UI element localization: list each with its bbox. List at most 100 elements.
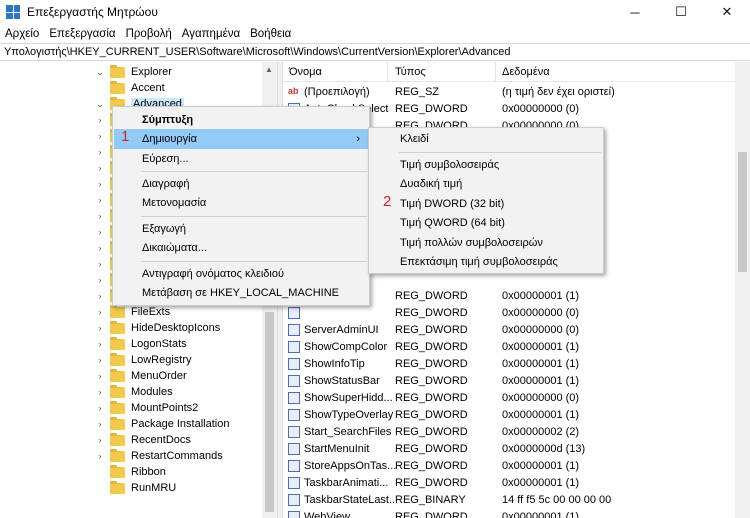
menu-edit[interactable]: Επεξεργασία: [44, 28, 120, 40]
tree-item[interactable]: › RecentDocs: [94, 432, 191, 448]
expand-chevron-icon[interactable]: ›: [94, 195, 106, 205]
submenu-dword-value[interactable]: Τιμή DWORD (32 bit): [370, 194, 602, 214]
expand-chevron-icon[interactable]: ›: [94, 371, 106, 381]
folder-icon: [110, 352, 125, 366]
dword-value-icon: [288, 324, 300, 336]
value-data: 0x00000000 (0): [502, 307, 580, 319]
submenu-key[interactable]: Κλειδί: [370, 129, 602, 149]
folder-icon: [110, 368, 125, 382]
tree-item[interactable]: › RestartCommands: [94, 448, 223, 464]
expand-chevron-icon[interactable]: ›: [94, 355, 106, 365]
submenu-binary-value[interactable]: Δυαδική τιμή: [370, 174, 602, 194]
context-new[interactable]: Δημιουργία ›: [114, 129, 368, 149]
registry-value-row[interactable]: ShowSuperHidd... REG_DWORD 0x00000000 (0): [283, 390, 733, 407]
list-scrollbar-thumb[interactable]: [738, 152, 747, 272]
value-type: REG_DWORD: [395, 375, 468, 387]
minimize-button[interactable]: ─: [612, 0, 658, 24]
registry-value-row[interactable]: WebView REG_DWORD 0x00000001 (1): [283, 509, 733, 518]
tree-item[interactable]: ⌄ Explorer: [94, 64, 172, 80]
tree-item[interactable]: RunMRU: [94, 480, 176, 496]
folder-icon: [110, 304, 125, 318]
submenu-qword-value[interactable]: Τιμή QWORD (64 bit): [370, 213, 602, 233]
menu-file[interactable]: Αρχείο: [0, 28, 44, 40]
tree-item-label: RecentDocs: [131, 434, 191, 446]
menu-favorites[interactable]: Αγαπημένα: [177, 28, 245, 40]
context-rename[interactable]: Μετονομασία: [114, 193, 368, 213]
context-goto-hklm[interactable]: Μετάβαση σε HKEY_LOCAL_MACHINE: [114, 283, 368, 303]
scroll-up-icon[interactable]: ▲: [265, 65, 273, 74]
context-export[interactable]: Εξαγωγή: [114, 219, 368, 239]
list-scrollbar[interactable]: [735, 62, 750, 518]
address-bar[interactable]: Υπολογιστής\HKEY_CURRENT_USER\Software\M…: [0, 43, 750, 61]
registry-value-row[interactable]: TaskbarStateLast... REG_BINARY 14 ff f5 5c…: [283, 492, 733, 509]
registry-value-row[interactable]: Start_SearchFiles REG_DWORD 0x00000002 (2): [283, 424, 733, 441]
context-copy-key-name[interactable]: Αντιγραφή ονόματος κλειδιού: [114, 264, 368, 284]
registry-value-row[interactable]: ShowStatusBar REG_DWORD 0x00000001 (1): [283, 373, 733, 390]
expand-chevron-icon[interactable]: ›: [94, 307, 106, 317]
maximize-button[interactable]: ☐: [658, 0, 704, 24]
registry-value-row[interactable]: StoreAppsOnTas... REG_DWORD 0x00000001 (1): [283, 458, 733, 475]
column-header-type[interactable]: Τύπος: [395, 66, 426, 78]
tree-item[interactable]: Accent: [94, 80, 165, 96]
registry-value-row[interactable]: ShowCompColor REG_DWORD 0x00000001 (1): [283, 339, 733, 356]
expand-chevron-icon[interactable]: ›: [94, 147, 106, 157]
context-delete[interactable]: Διαγραφή: [114, 174, 368, 194]
expand-chevron-icon[interactable]: ›: [94, 227, 106, 237]
new-submenu: Κλειδί Τιμή συμβολοσειράς Δυαδική τιμή Τ…: [368, 127, 604, 274]
tree-item[interactable]: › HideDesktopIcons: [94, 320, 220, 336]
registry-value-row[interactable]: ShowTypeOverlay REG_DWORD 0x00000001 (1): [283, 407, 733, 424]
tree-item[interactable]: › FileExts: [94, 304, 170, 320]
expand-chevron-icon[interactable]: ›: [94, 291, 106, 301]
context-collapse[interactable]: Σύμπτυξη: [114, 110, 368, 130]
value-type: REG_DWORD: [395, 290, 468, 302]
tree-item[interactable]: › Modules: [94, 384, 173, 400]
menu-view[interactable]: Προβολή: [121, 28, 177, 40]
dword-value-icon: [288, 477, 300, 489]
registry-value-row[interactable]: StartMenuInit REG_DWORD 0x0000000d (13): [283, 441, 733, 458]
expand-chevron-icon[interactable]: ›: [94, 451, 106, 461]
step-2-annotation: 2: [383, 193, 392, 210]
submenu-expandable-string-value[interactable]: Επεκτάσιμη τιμή συμβολοσειράς: [370, 252, 602, 272]
value-type: REG_DWORD: [395, 477, 468, 489]
expand-chevron-icon[interactable]: ›: [94, 419, 106, 429]
expand-chevron-icon[interactable]: ›: [94, 403, 106, 413]
expand-chevron-icon[interactable]: ›: [94, 243, 106, 253]
registry-value-row[interactable]: TaskbarAnimati... REG_DWORD 0x00000001 (1): [283, 475, 733, 492]
expand-chevron-icon[interactable]: ⌄: [94, 67, 106, 78]
registry-value-row[interactable]: ServerAdminUI REG_DWORD 0x00000000 (0): [283, 322, 733, 339]
submenu-string-value[interactable]: Τιμή συμβολοσειράς: [370, 155, 602, 175]
expand-chevron-icon[interactable]: ⌄: [94, 99, 106, 110]
expand-chevron-icon[interactable]: ›: [94, 179, 106, 189]
registry-value-row[interactable]: ShowInfoTip REG_DWORD 0x00000001 (1): [283, 356, 733, 373]
column-header-data[interactable]: Δεδομένα: [502, 66, 550, 78]
context-find[interactable]: Εύρεση...: [114, 149, 368, 169]
tree-item[interactable]: › LowRegistry: [94, 352, 192, 368]
menu-help[interactable]: Βοήθεια: [245, 28, 296, 40]
tree-item[interactable]: › MenuOrder: [94, 368, 187, 384]
expand-chevron-icon[interactable]: ›: [94, 435, 106, 445]
expand-chevron-icon[interactable]: ›: [94, 131, 106, 141]
tree-item[interactable]: › MountPoints2: [94, 400, 198, 416]
column-header-name[interactable]: Όνομα: [289, 66, 322, 78]
tree-item[interactable]: › Package Installation: [94, 416, 229, 432]
context-permissions[interactable]: Δικαιώματα...: [114, 238, 368, 258]
tree-item[interactable]: Ribbon: [94, 464, 166, 480]
close-button[interactable]: ✕: [704, 0, 750, 24]
dword-value-icon: [288, 409, 300, 421]
submenu-multi-string-value[interactable]: Τιμή πολλών συμβολοσειρών: [370, 233, 602, 253]
expand-chevron-icon[interactable]: ›: [94, 115, 106, 125]
tree-item-label: FileExts: [131, 306, 171, 318]
expand-chevron-icon[interactable]: ›: [94, 275, 106, 285]
expand-chevron-icon[interactable]: ›: [94, 339, 106, 349]
expand-chevron-icon[interactable]: ›: [94, 323, 106, 333]
expand-chevron-icon[interactable]: ›: [94, 211, 106, 221]
registry-value-row[interactable]: REG_DWORD 0x00000000 (0): [283, 305, 733, 322]
expand-chevron-icon[interactable]: ›: [94, 163, 106, 173]
tree-item[interactable]: › LogonStats: [94, 336, 187, 352]
registry-value-row[interactable]: ab (Προεπιλογή) REG_SZ (η τιμή δεν έχει ορι…: [283, 84, 733, 101]
expand-chevron-icon[interactable]: ›: [94, 259, 106, 269]
value-type: REG_DWORD: [395, 358, 468, 370]
tree-scrollbar-thumb[interactable]: [265, 312, 274, 512]
value-data: (η τιμή δεν έχει οριστεί): [502, 86, 615, 98]
expand-chevron-icon[interactable]: ›: [94, 387, 106, 397]
